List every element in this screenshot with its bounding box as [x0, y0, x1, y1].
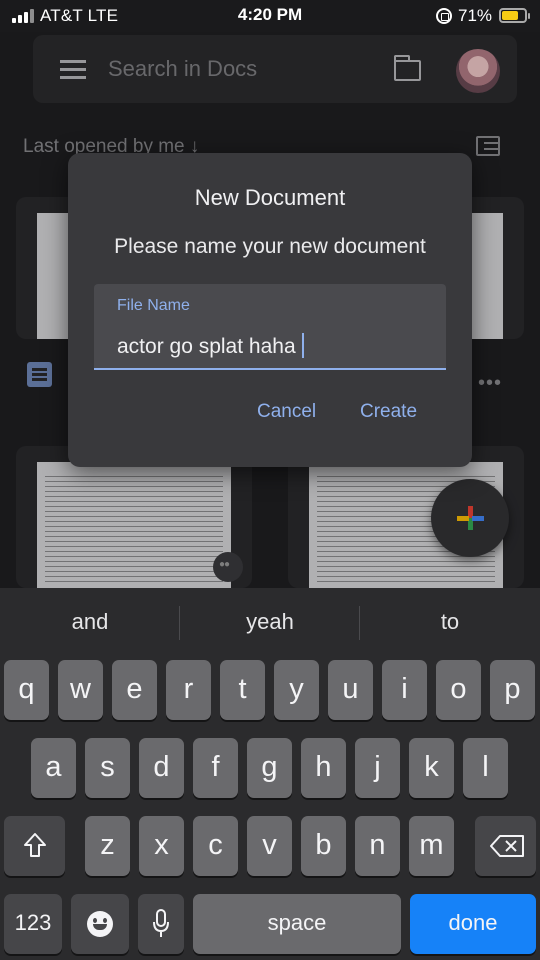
- key-z[interactable]: z: [85, 816, 130, 876]
- battery-percent: 71%: [458, 6, 493, 25]
- dialog-message: Please name your new document: [114, 235, 426, 258]
- keyboard: and yeah to q w e r t y u i o p a s d f …: [0, 588, 540, 960]
- status-bar: AT&T LTE 4:20 PM 71%: [0, 0, 540, 32]
- battery-icon: [499, 8, 530, 23]
- microphone-icon: [153, 909, 169, 937]
- key-p[interactable]: p: [490, 660, 535, 720]
- cancel-button[interactable]: Cancel: [257, 401, 316, 423]
- microphone-key[interactable]: [138, 894, 184, 954]
- suggestion-item[interactable]: yeah: [180, 588, 360, 658]
- key-q[interactable]: q: [4, 660, 49, 720]
- new-document-dialog: New Document Please name your new docume…: [68, 153, 472, 467]
- backspace-key[interactable]: [475, 816, 536, 876]
- file-name-input[interactable]: actor go splat haha: [117, 333, 304, 359]
- create-button[interactable]: Create: [360, 401, 417, 423]
- done-key[interactable]: done: [410, 894, 536, 954]
- key-y[interactable]: y: [274, 660, 319, 720]
- backspace-icon: [490, 835, 524, 857]
- key-r[interactable]: r: [166, 660, 211, 720]
- emoji-key[interactable]: [71, 894, 129, 954]
- numbers-key[interactable]: 123: [4, 894, 62, 954]
- orientation-lock-icon: [436, 8, 452, 24]
- suggestion-item[interactable]: to: [360, 588, 540, 658]
- key-o[interactable]: o: [436, 660, 481, 720]
- shift-icon: [24, 833, 46, 857]
- key-g[interactable]: g: [247, 738, 292, 798]
- emoji-icon: [87, 911, 113, 937]
- dialog-title: New Document: [194, 185, 346, 210]
- key-w[interactable]: w: [58, 660, 103, 720]
- key-t[interactable]: t: [220, 660, 265, 720]
- battery-fill: [502, 11, 518, 20]
- key-k[interactable]: k: [409, 738, 454, 798]
- key-s[interactable]: s: [85, 738, 130, 798]
- file-name-label: File Name: [117, 297, 190, 314]
- key-c[interactable]: c: [193, 816, 238, 876]
- key-u[interactable]: u: [328, 660, 373, 720]
- key-h[interactable]: h: [301, 738, 346, 798]
- key-m[interactable]: m: [409, 816, 454, 876]
- key-b[interactable]: b: [301, 816, 346, 876]
- file-name-value: actor go splat haha: [117, 335, 296, 358]
- text-caret: [301, 333, 304, 358]
- key-v[interactable]: v: [247, 816, 292, 876]
- key-d[interactable]: d: [139, 738, 184, 798]
- key-f[interactable]: f: [193, 738, 238, 798]
- file-name-field[interactable]: File Name actor go splat haha: [94, 284, 446, 370]
- space-key[interactable]: space: [193, 894, 401, 954]
- suggestion-bar: and yeah to: [0, 588, 540, 658]
- key-n[interactable]: n: [355, 816, 400, 876]
- key-e[interactable]: e: [112, 660, 157, 720]
- key-i[interactable]: i: [382, 660, 427, 720]
- key-j[interactable]: j: [355, 738, 400, 798]
- key-l[interactable]: l: [463, 738, 508, 798]
- suggestion-item[interactable]: and: [0, 588, 180, 658]
- key-a[interactable]: a: [31, 738, 76, 798]
- key-x[interactable]: x: [139, 816, 184, 876]
- shift-key[interactable]: [4, 816, 65, 876]
